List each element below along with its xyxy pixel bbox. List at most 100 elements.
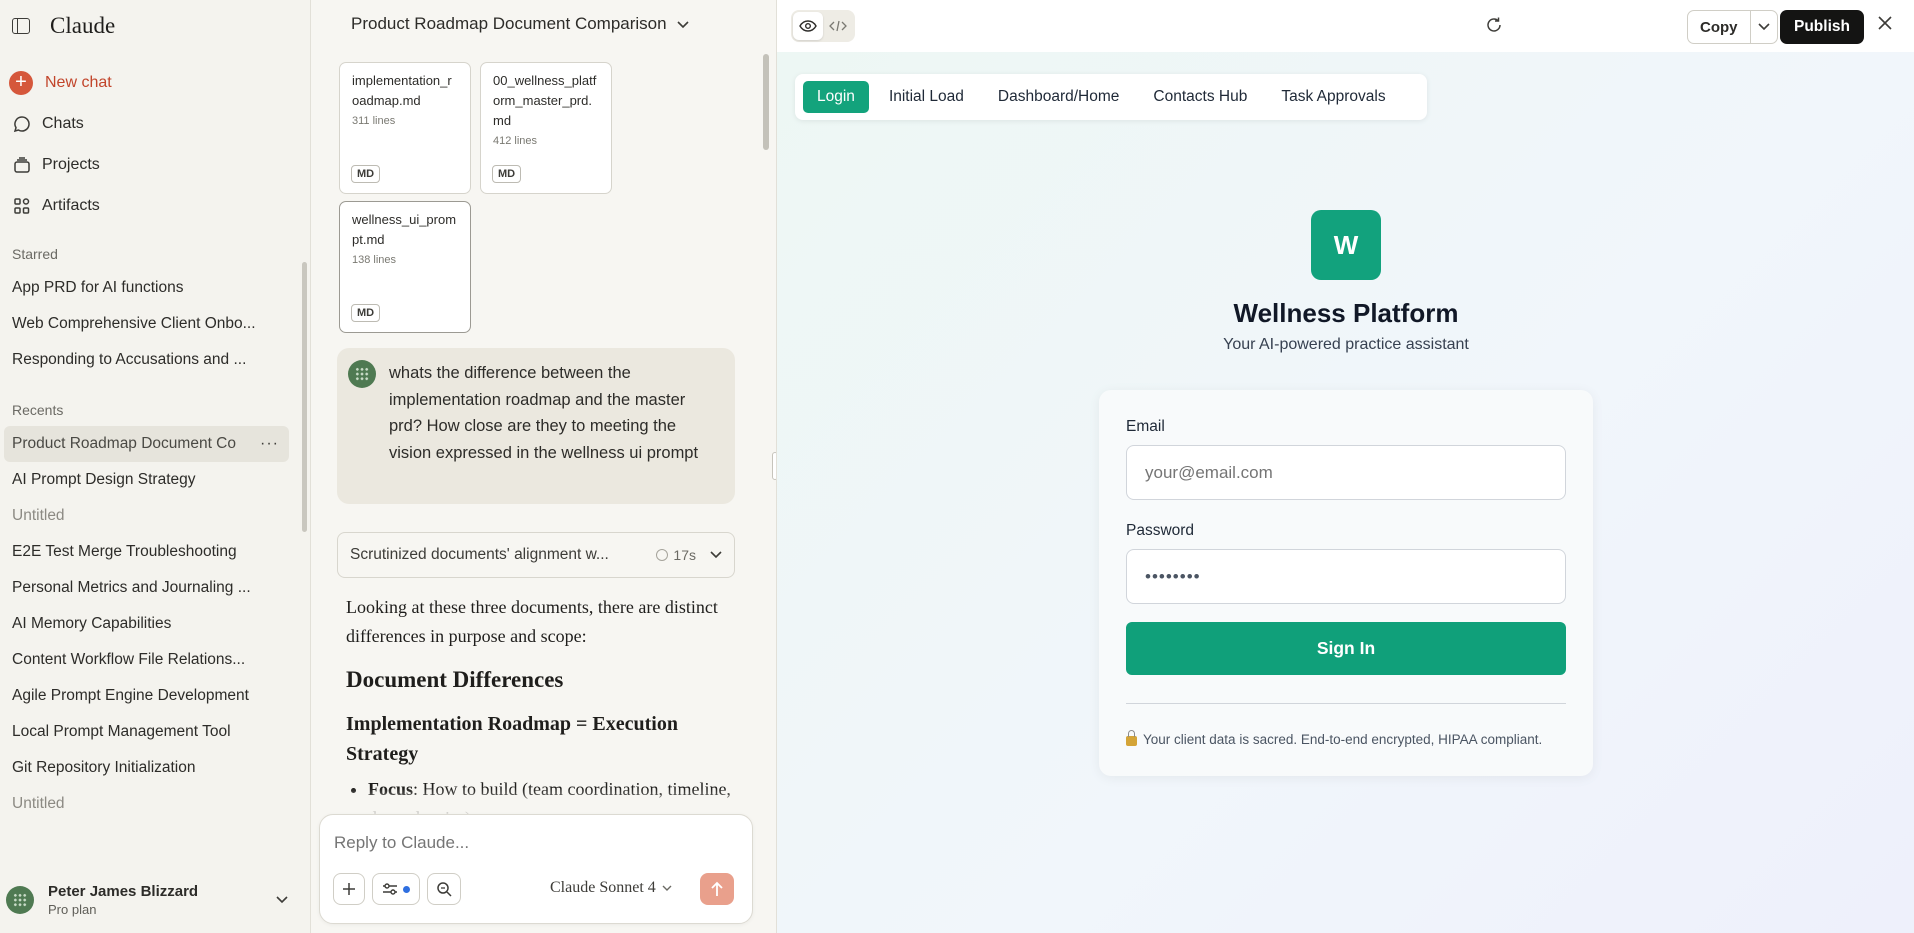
- sidebar-scrollbar[interactable]: [302, 262, 307, 532]
- model-selector[interactable]: Claude Sonnet 4: [550, 879, 672, 897]
- artifact-preview: Login Initial Load Dashboard/Home Contac…: [777, 52, 1914, 933]
- recent-item-label: Personal Metrics and Journaling ...: [12, 579, 251, 596]
- recent-item[interactable]: Untitled: [0, 786, 288, 822]
- new-chat-button[interactable]: + New chat: [0, 62, 310, 103]
- password-field[interactable]: [1126, 549, 1566, 604]
- recent-item-active[interactable]: Product Roadmap Document Co ···: [4, 426, 289, 462]
- chevron-down-icon: [276, 891, 288, 909]
- tab-contacts-hub[interactable]: Contacts Hub: [1139, 81, 1261, 113]
- search-icon: [437, 882, 452, 897]
- add-attachment-button[interactable]: [333, 873, 365, 905]
- sidebar-toggle-icon[interactable]: [12, 18, 30, 34]
- reply-input[interactable]: [334, 833, 694, 853]
- thinking-duration: 17s: [673, 547, 696, 563]
- recent-item-label: Agile Prompt Engine Development: [12, 687, 249, 704]
- tab-task-approvals[interactable]: Task Approvals: [1267, 81, 1399, 113]
- tab-initial-load[interactable]: Initial Load: [875, 81, 978, 113]
- folder-stack-icon: [12, 155, 32, 175]
- recent-item[interactable]: Git Repository Initialization: [0, 750, 288, 786]
- recent-item[interactable]: Untitled: [0, 498, 288, 534]
- recent-item[interactable]: E2E Test Merge Troubleshooting: [0, 534, 288, 570]
- thinking-summary[interactable]: Scrutinized documents' alignment w... 17…: [337, 532, 735, 578]
- email-label: Email: [1126, 418, 1165, 435]
- recent-item-label: Git Repository Initialization: [12, 759, 196, 776]
- divider: [1126, 703, 1566, 704]
- recent-item-label: E2E Test Merge Troubleshooting: [12, 543, 237, 560]
- file-line-count: 311 lines: [352, 115, 396, 127]
- email-field[interactable]: [1126, 445, 1566, 500]
- recent-item-label: Untitled: [12, 795, 65, 812]
- response-intro: Looking at these three documents, there …: [346, 597, 718, 646]
- eye-icon: [799, 20, 817, 32]
- sign-in-button[interactable]: Sign In: [1126, 622, 1566, 675]
- sliders-icon: [383, 883, 397, 895]
- sidebar-item-artifacts[interactable]: Artifacts: [0, 185, 310, 226]
- assistant-response: Looking at these three documents, there …: [346, 593, 736, 818]
- model-name: Claude Sonnet 4: [550, 879, 656, 896]
- file-type-badge: MD: [351, 304, 381, 322]
- lock-icon: [1126, 730, 1137, 746]
- sidebar-item-projects[interactable]: Projects: [0, 144, 310, 185]
- plus-circle-icon: +: [9, 70, 33, 95]
- research-button[interactable]: [427, 873, 461, 905]
- tab-login[interactable]: Login: [803, 81, 869, 113]
- recent-item[interactable]: AI Memory Capabilities: [0, 606, 288, 642]
- artifacts-grid-icon: [12, 196, 32, 216]
- security-note: Your client data is sacred. End-to-end e…: [1126, 730, 1542, 747]
- chat-scrollbar[interactable]: [763, 54, 769, 150]
- chevron-down-icon: [662, 879, 672, 897]
- recent-item-label: AI Prompt Design Strategy: [12, 471, 196, 488]
- user-message: whats the difference between the impleme…: [337, 348, 735, 504]
- starred-item[interactable]: App PRD for AI functions: [0, 270, 288, 306]
- file-type-badge: MD: [351, 165, 381, 183]
- preview-toggle[interactable]: [793, 12, 823, 40]
- thinking-time: 17s: [656, 547, 696, 563]
- recent-item[interactable]: Personal Metrics and Journaling ...: [0, 570, 288, 606]
- view-toggle: [791, 10, 855, 42]
- close-icon[interactable]: [1877, 15, 1893, 36]
- user-menu[interactable]: Peter James Blizzard Pro plan: [0, 867, 310, 933]
- message-composer: Claude Sonnet 4: [319, 814, 753, 924]
- conversation-title[interactable]: Product Roadmap Document Comparison: [351, 14, 689, 34]
- artifact-toolbar: Copy Publish: [777, 0, 1914, 52]
- starred-item[interactable]: Responding to Accusations and ...: [0, 342, 288, 378]
- chat-panel: Product Roadmap Document Comparison impl…: [311, 0, 776, 933]
- recent-item[interactable]: Content Workflow File Relations...: [0, 642, 288, 678]
- app-subtitle: Your AI-powered practice assistant: [1223, 336, 1469, 353]
- brand-logo[interactable]: Claude: [50, 13, 115, 39]
- starred-item-label: Responding to Accusations and ...: [12, 351, 247, 368]
- tab-dashboard[interactable]: Dashboard/Home: [984, 81, 1133, 113]
- response-subheading: Implementation Roadmap = Execution Strat…: [346, 713, 678, 765]
- chevron-down-icon: [710, 546, 722, 564]
- refresh-icon[interactable]: [1485, 16, 1503, 39]
- file-attachment-card[interactable]: implementation_roadmap.md 311 lines MD: [339, 62, 471, 194]
- recent-item[interactable]: AI Prompt Design Strategy: [0, 462, 288, 498]
- artifact-panel: Copy Publish Login Initial Load Dashboar…: [776, 0, 1914, 933]
- chevron-down-icon: [1757, 23, 1770, 31]
- sidebar-item-chats[interactable]: Chats: [0, 103, 310, 144]
- recent-item[interactable]: Local Prompt Management Tool: [0, 714, 288, 750]
- response-heading: Document Differences: [346, 667, 564, 692]
- file-attachment-card[interactable]: wellness_ui_prompt.md 138 lines MD: [339, 201, 471, 333]
- starred-item[interactable]: Web Comprehensive Client Onbo...: [0, 306, 288, 342]
- recent-item-label: Untitled: [12, 507, 65, 524]
- recent-item-label: Local Prompt Management Tool: [12, 723, 231, 740]
- sidebar-item-label: Projects: [42, 155, 100, 173]
- recent-item[interactable]: Agile Prompt Engine Development: [0, 678, 288, 714]
- recent-item-label: AI Memory Capabilities: [12, 615, 172, 632]
- publish-button[interactable]: Publish: [1780, 10, 1864, 44]
- active-dot-icon: [403, 885, 410, 893]
- send-button[interactable]: [700, 873, 734, 905]
- tools-button[interactable]: [372, 873, 420, 905]
- code-toggle[interactable]: [823, 12, 853, 40]
- avatar: [6, 886, 34, 914]
- user-plan: Pro plan: [48, 902, 97, 917]
- copy-button[interactable]: Copy: [1688, 11, 1751, 43]
- copy-options-button[interactable]: [1751, 23, 1777, 31]
- code-icon: [829, 20, 847, 32]
- more-options-icon[interactable]: ···: [260, 435, 279, 453]
- login-card: Email Password Sign In Your client data …: [1099, 390, 1593, 776]
- file-attachment-card[interactable]: 00_wellness_platform_master_prd.md 412 l…: [480, 62, 612, 194]
- starred-heading: Starred: [12, 246, 58, 262]
- sidebar-nav: + New chat Chats Projects Artifacts: [0, 62, 310, 226]
